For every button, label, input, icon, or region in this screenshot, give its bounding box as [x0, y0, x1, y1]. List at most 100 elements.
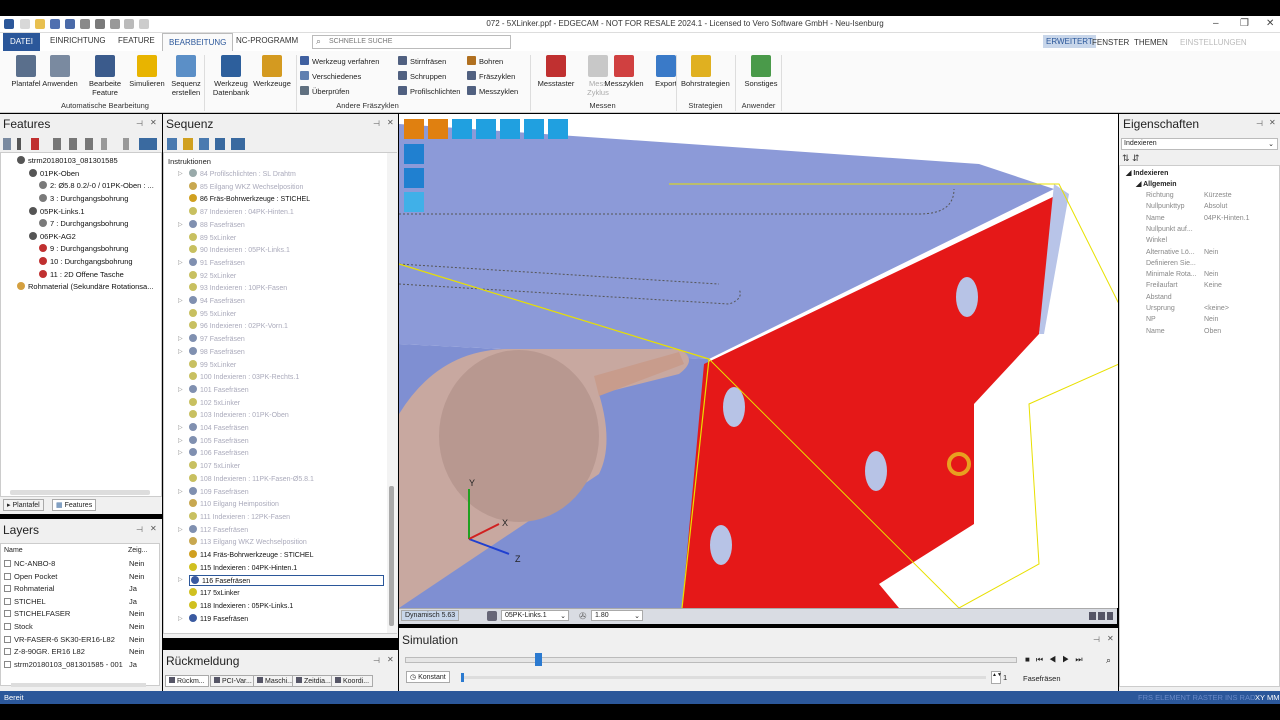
pin-icon[interactable]: ⊣ [1093, 635, 1100, 644]
minimize-button[interactable]: – [1213, 18, 1219, 29]
expand-arrow-icon[interactable]: ▷ [178, 259, 183, 266]
ribbon-small-button[interactable]: Überprüfen [300, 86, 350, 96]
layer-visibility[interactable]: Nein [129, 572, 144, 581]
sequence-item[interactable]: 90 Indexieren : 05PK-Links.1 [189, 245, 290, 254]
view-stock-icon[interactable] [428, 119, 448, 139]
sequence-item[interactable]: 115 Indexieren : 04PK-Hinten.1 [189, 562, 297, 572]
sequence-item[interactable]: 95 5xLinker [189, 308, 236, 318]
step-value[interactable]: 1 [1003, 673, 1007, 682]
property-value[interactable]: Absolut [1204, 203, 1227, 210]
tab-einstellungen[interactable]: EINSTELLUNGEN [1180, 38, 1247, 47]
property-value[interactable]: Nein [1204, 316, 1218, 323]
pin-icon[interactable]: ⊣ [373, 656, 380, 665]
tab-features[interactable]: ▦ Features [52, 499, 97, 511]
step-back-icon[interactable]: ◀ [1049, 655, 1062, 664]
feature-tree-item[interactable]: 05PK-Links.1 [29, 207, 85, 216]
speed-slider-thumb[interactable] [461, 673, 464, 682]
layer-row[interactable]: strm20180103_081301585 - 001 [4, 660, 123, 669]
timeline-thumb[interactable] [534, 653, 542, 666]
close-icon[interactable]: ✕ [150, 118, 157, 127]
pin-icon[interactable]: ⊣ [373, 119, 380, 128]
sequence-item[interactable]: 117 5xLinker [189, 588, 240, 597]
end-icon[interactable]: ⏭ [1075, 655, 1088, 664]
cube-side-icon[interactable] [404, 192, 424, 212]
expand-arrow-icon[interactable]: ▷ [178, 615, 183, 622]
layer-row[interactable]: Rohmaterial [4, 584, 54, 593]
object-selector[interactable]: Indexieren ⌄ [1121, 138, 1278, 150]
scrollbar-thumb[interactable] [389, 486, 394, 626]
layer-visibility[interactable]: Nein [129, 609, 144, 618]
sequence-item[interactable]: 112 Fasefräsen [189, 524, 248, 534]
ribbon-small-button[interactable]: Fräszyklen [467, 71, 515, 81]
layer-row[interactable]: VR-FASER-6 SK30-ER16-L82 [4, 635, 115, 644]
sequence-item[interactable]: 87 Indexieren : 04PK-Hinten.1 [189, 207, 294, 216]
expand-arrow-icon[interactable]: ▷ [178, 335, 183, 342]
features-scrollbar[interactable] [10, 490, 150, 495]
expand-arrow-icon[interactable]: ▷ [178, 170, 183, 177]
close-button[interactable]: ✕ [1266, 18, 1274, 29]
pin-icon[interactable]: ⊣ [136, 119, 143, 128]
sequence-item[interactable]: 94 Fasefräsen [189, 296, 245, 305]
tab-themen[interactable]: THEMEN [1134, 38, 1168, 47]
sequence-item[interactable]: 98 Fasefräsen [189, 346, 245, 356]
ribbon-small-button[interactable]: Profilschlichten [398, 86, 460, 96]
property-value[interactable]: Kürzeste [1204, 192, 1232, 199]
feature-tree-item[interactable]: 3 : Durchgangsbohrung [39, 194, 128, 203]
sequence-item[interactable]: 84 Profilschlichten : SL Drahtm [189, 169, 296, 178]
expand-arrow-icon[interactable]: ▷ [178, 221, 183, 228]
layer-visibility[interactable]: Ja [129, 584, 137, 593]
layer-visibility[interactable]: Nein [129, 559, 144, 568]
expand-arrow-icon[interactable]: ▷ [178, 348, 183, 355]
sequence-item[interactable]: 104 Fasefräsen [189, 423, 249, 432]
section-header[interactable]: ◢ Indexieren [1126, 169, 1168, 177]
sequence-item[interactable]: 105 Fasefräsen [189, 435, 249, 445]
ribbon-button[interactable]: Messtaster [536, 55, 576, 88]
sequence-item[interactable]: 91 Fasefräsen [189, 257, 245, 267]
sequence-item[interactable]: 101 Fasefräsen [189, 384, 249, 394]
zoom-icon[interactable]: ⌕ [1106, 655, 1111, 666]
feature-tree-item[interactable]: 7 : Durchgangsbohrung [39, 219, 128, 228]
simulation-timeline[interactable] [405, 653, 1017, 666]
ribbon-small-button[interactable]: Messzyklen [467, 86, 518, 96]
sequence-item[interactable]: 113 Eilgang WKZ Wechselposition [189, 537, 307, 546]
layer-row[interactable]: Stock [4, 622, 33, 631]
close-icon[interactable]: ✕ [1269, 118, 1276, 127]
sequence-item[interactable]: 106 Fasefräsen [189, 448, 249, 457]
feedback-tab[interactable]: Koordi... [331, 675, 374, 687]
ribbon-small-button[interactable]: Bohren [467, 56, 503, 66]
step-spinner[interactable]: ▲▼ [991, 671, 1002, 684]
property-value[interactable]: Keine [1204, 282, 1222, 289]
cube-view-icon[interactable] [404, 144, 424, 164]
sequence-item[interactable]: 93 Indexieren : 10PK-Fasen [189, 283, 287, 292]
pin-icon[interactable]: ⊣ [136, 525, 143, 534]
sort-icon[interactable]: ⇅ ⇵ [1122, 153, 1140, 164]
feature-tree-item[interactable]: 01PK-Oben [29, 169, 79, 178]
view-layout-icons[interactable] [1089, 612, 1113, 620]
layer-visibility[interactable]: Nein [129, 622, 144, 631]
quick-search-input[interactable]: ⌕ SCHNELLE SUCHE [312, 35, 511, 49]
sequence-item[interactable]: 118 Indexieren : 05PK-Links.1 [189, 600, 293, 610]
layers-scrollbar[interactable] [11, 683, 146, 687]
tab-plantafel[interactable]: ▸ Plantafel [3, 499, 44, 511]
zoom-icon[interactable] [500, 119, 520, 139]
subsection-header[interactable]: ◢ Allgemein [1136, 180, 1177, 188]
ribbon-small-button[interactable]: Schruppen [398, 71, 446, 81]
sequence-item[interactable]: 116 Fasefräsen [189, 575, 384, 587]
sequence-item[interactable]: 110 Eilgang Heimposition [189, 499, 279, 508]
ribbon-button[interactable]: Sequenz erstellen [166, 55, 206, 97]
tab-einrichtung[interactable]: EINRICHTUNG [50, 36, 106, 45]
property-value[interactable]: 04PK-Hinten.1 [1204, 215, 1250, 222]
feature-tree-item[interactable]: 9 : Durchgangsbohrung [39, 244, 128, 253]
status-units[interactable]: MM [1267, 693, 1280, 702]
cube-front-icon[interactable] [404, 168, 424, 188]
sequence-item[interactable]: 96 Indexieren : 02PK-Vorn.1 [189, 321, 288, 330]
ribbon-button[interactable]: Export [646, 55, 686, 88]
tab-bearbeitung[interactable]: BEARBEITUNG [162, 33, 234, 51]
ribbon-button[interactable]: Bohrstrategien [681, 55, 730, 88]
sequence-item[interactable]: 119 Fasefräsen [189, 613, 248, 623]
ribbon-small-button[interactable]: Werkzeug verfahren [300, 56, 379, 66]
sequence-toolbar[interactable] [167, 138, 245, 150]
close-icon[interactable]: ✕ [150, 524, 157, 533]
layer-visibility[interactable]: Ja [129, 660, 137, 669]
sequence-item[interactable]: 103 Indexieren : 01PK-Oben [189, 410, 289, 419]
